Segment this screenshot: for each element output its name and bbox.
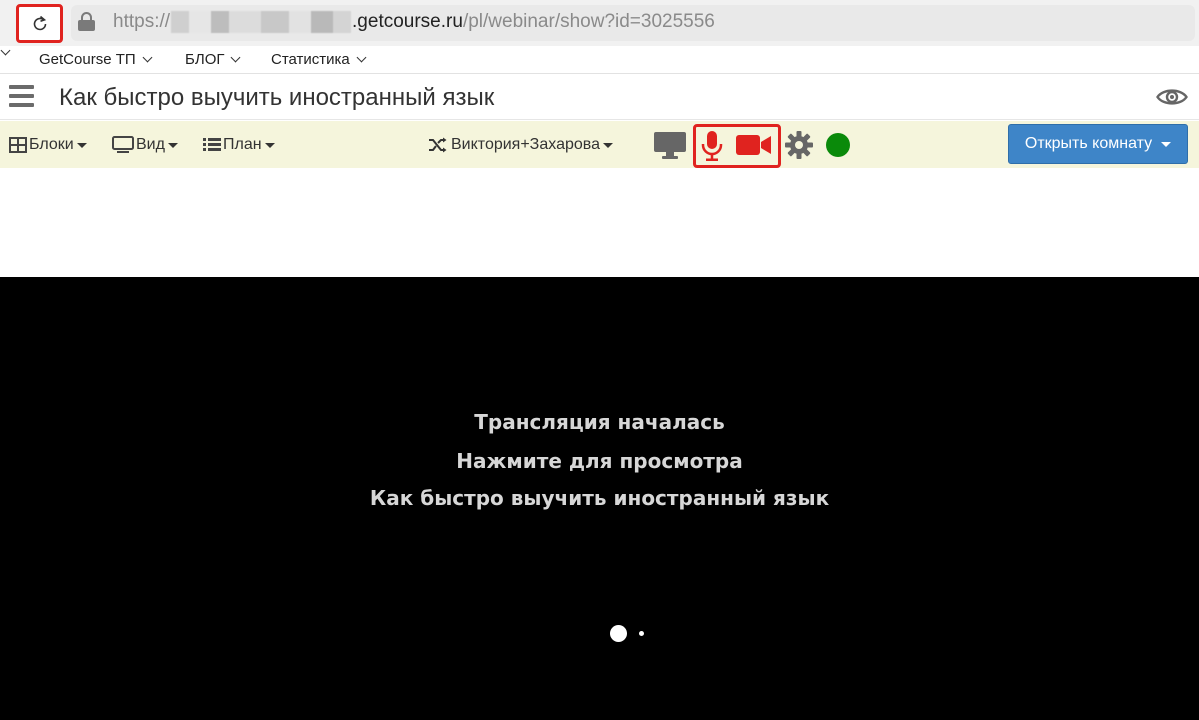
caret-down-icon	[264, 142, 275, 148]
bookmarks-overflow[interactable]	[0, 45, 11, 56]
blocks-dropdown[interactable]: Блоки	[9, 134, 87, 156]
status-indicator	[826, 133, 850, 157]
plan-dropdown[interactable]: План	[203, 134, 275, 156]
click-to-watch-text: Нажмите для просмотра	[456, 449, 743, 473]
video-player[interactable]: Трансляция началась Нажмите для просмотр…	[0, 277, 1199, 720]
url-blurred-subdomain	[171, 11, 352, 33]
caret-down-icon	[1161, 141, 1172, 147]
grid-icon	[9, 137, 27, 153]
loading-dot	[610, 625, 627, 642]
monitor-icon	[112, 136, 134, 153]
url-path: /pl/webinar/show?id=3025556	[462, 11, 715, 32]
reload-icon	[33, 15, 46, 30]
lock-icon	[78, 12, 95, 31]
presenter-dropdown[interactable]: Виктория+Захарова	[428, 134, 613, 156]
url-prefix: https://	[113, 11, 171, 32]
caret-down-icon	[167, 142, 178, 148]
browser-address-bar: https:// .getcourse.ru /pl/webinar/show?…	[0, 0, 1199, 46]
view-dropdown[interactable]: Вид	[112, 134, 178, 156]
chevron-down-icon	[356, 52, 367, 63]
chevron-down-icon	[142, 52, 153, 63]
microphone-icon[interactable]	[700, 130, 724, 162]
gear-icon[interactable]	[784, 130, 814, 160]
view-label: Вид	[136, 136, 165, 153]
loading-dot	[639, 631, 644, 636]
stream-title-text: Как быстро выучить иностранный язык	[369, 486, 830, 510]
hamburger-menu-icon[interactable]	[9, 85, 34, 107]
presenter-label: Виктория+Захарова	[451, 136, 600, 153]
page-title: Как быстро выучить иностранный язык	[59, 84, 495, 111]
open-room-button[interactable]: Открыть комнату	[1008, 124, 1188, 164]
url-text[interactable]: https:// .getcourse.ru /pl/webinar/show?…	[113, 10, 715, 34]
reload-button[interactable]	[16, 4, 63, 43]
list-icon	[203, 138, 221, 152]
caret-down-icon	[76, 142, 87, 148]
bookmark-label: GetCourse ТП	[39, 51, 136, 68]
page-header: Как быстро выучить иностранный язык	[0, 74, 1199, 120]
bookmark-blog[interactable]: БЛОГ	[185, 51, 241, 68]
stream-started-text: Трансляция началась	[474, 410, 725, 434]
bookmarks-bar: GetCourse ТП БЛОГ Статистика	[0, 45, 1199, 74]
bookmark-label: БЛОГ	[185, 51, 225, 68]
video-camera-icon[interactable]	[736, 134, 772, 156]
blocks-label: Блоки	[29, 136, 74, 153]
url-domain: .getcourse.ru	[352, 11, 463, 32]
chevron-down-icon	[0, 45, 11, 56]
eye-icon[interactable]	[1156, 86, 1188, 108]
caret-down-icon	[602, 142, 613, 148]
plan-label: План	[223, 136, 262, 153]
chevron-down-icon	[231, 52, 241, 63]
screen-share-icon[interactable]	[653, 130, 687, 160]
shuffle-icon	[429, 137, 447, 153]
bookmark-statistics[interactable]: Статистика	[271, 51, 367, 68]
bookmark-getcourse-tp[interactable]: GetCourse ТП	[39, 51, 153, 68]
open-room-label: Открыть комнату	[1024, 135, 1153, 152]
bookmark-label: Статистика	[271, 51, 350, 68]
